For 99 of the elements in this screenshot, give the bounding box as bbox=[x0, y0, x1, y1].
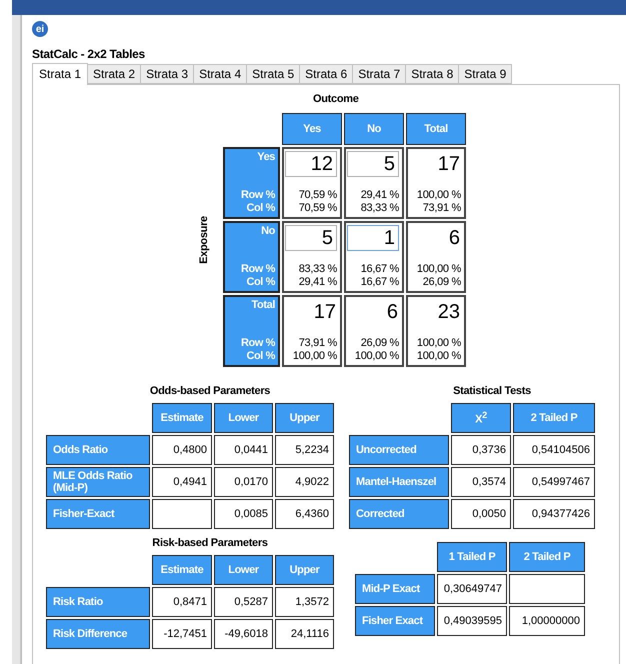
value-cell: -12,7451 bbox=[152, 619, 212, 649]
row-label: Corrected bbox=[349, 499, 449, 529]
count-input[interactable]: 1 bbox=[347, 225, 399, 251]
value-cell: 0,94377426 bbox=[513, 499, 595, 529]
row-percent: 16,67 % bbox=[360, 263, 399, 276]
section-title: Odds-based Parameters bbox=[150, 385, 270, 397]
value-cell: 0,54104506 bbox=[513, 435, 595, 465]
row-percent: 29,41 % bbox=[360, 189, 399, 202]
row-label: Fisher-Exact bbox=[46, 499, 150, 529]
value-cell: 1,3572 bbox=[275, 587, 334, 617]
tab[interactable]: Strata 8 bbox=[405, 64, 460, 84]
value-cell: 0,3736 bbox=[451, 435, 511, 465]
column-header: Estimate bbox=[152, 555, 212, 585]
empty-cell bbox=[152, 499, 212, 529]
row-label: Mantel-Haenszel bbox=[349, 467, 449, 497]
row-percent: 73,91 % bbox=[298, 337, 337, 350]
value-cell: 6,4360 bbox=[275, 499, 334, 529]
col-percent: 29,41 % bbox=[298, 276, 337, 289]
value-cell: 0,4941 bbox=[152, 467, 212, 497]
tab[interactable]: Strata 9 bbox=[458, 64, 512, 84]
col-percent: 100,00 % bbox=[292, 350, 337, 363]
column-header: X$^{2}$ bbox=[451, 403, 511, 433]
tab[interactable]: Strata 5 bbox=[246, 64, 300, 84]
count-total: 6 bbox=[386, 300, 399, 325]
count-total: 17 bbox=[314, 300, 337, 325]
row-percent: 100,00 % bbox=[416, 189, 461, 202]
count-input[interactable]: 12 bbox=[285, 151, 337, 177]
section-title: Statistical Tests bbox=[453, 385, 531, 397]
tab[interactable]: Strata 4 bbox=[193, 64, 248, 84]
exposure-label: Exposure bbox=[198, 216, 210, 264]
value-cell: 0,0441 bbox=[214, 435, 273, 465]
value-cell: 5,2234 bbox=[275, 435, 334, 465]
column-header: Estimate bbox=[152, 403, 212, 433]
value-cell: 0,3574 bbox=[451, 467, 511, 497]
column-header: 2 Tailed P bbox=[509, 542, 585, 572]
col-percent: 83,33 % bbox=[360, 202, 399, 215]
column-header: Lower bbox=[214, 555, 273, 585]
value-cell: 0,0050 bbox=[451, 499, 511, 529]
column-header: 1 Tailed P bbox=[437, 542, 507, 572]
row-percent: 100,00 % bbox=[416, 263, 461, 276]
value-cell: 0,0085 bbox=[214, 499, 273, 529]
value-cell: 0,4800 bbox=[152, 435, 212, 465]
value-cell: 0,54997467 bbox=[513, 467, 595, 497]
count-input[interactable]: 5 bbox=[347, 151, 399, 177]
row-label: No bbox=[261, 225, 275, 238]
row-label: Yes bbox=[257, 151, 275, 164]
col-percent-label: Col % bbox=[246, 276, 275, 289]
value-cell: 4,9022 bbox=[275, 467, 334, 497]
value-cell: 0,8471 bbox=[152, 587, 212, 617]
column-header: Yes bbox=[282, 113, 342, 145]
row-label: Risk Ratio bbox=[46, 587, 150, 617]
column-header: Upper bbox=[275, 555, 334, 585]
value-cell: -49,6018 bbox=[214, 619, 273, 649]
row-label: Total bbox=[252, 299, 275, 312]
count-input[interactable]: 5 bbox=[285, 225, 337, 251]
count-total: 23 bbox=[438, 300, 461, 325]
col-percent: 70,59 % bbox=[298, 202, 337, 215]
value-cell: 24,1116 bbox=[275, 619, 334, 649]
col-percent-label: Col % bbox=[246, 350, 275, 363]
tab[interactable]: Strata 6 bbox=[299, 64, 354, 84]
tab[interactable]: Strata 1 bbox=[32, 63, 88, 85]
column-header: Total bbox=[406, 113, 466, 145]
row-label: Fisher Exact bbox=[355, 606, 435, 636]
value-cell: 0,30649747 bbox=[437, 574, 507, 604]
row-label: Risk Difference bbox=[46, 619, 150, 649]
value-cell: 1,00000000 bbox=[509, 606, 585, 636]
row-percent-label: Row % bbox=[240, 189, 275, 202]
row-percent: 100,00 % bbox=[416, 337, 461, 350]
col-percent: 16,67 % bbox=[360, 276, 399, 289]
value-cell: 0,49039595 bbox=[437, 606, 507, 636]
row-percent: 83,33 % bbox=[298, 263, 337, 276]
window-title: StatCalc - 2x2 Tables bbox=[32, 47, 145, 61]
tab[interactable]: Strata 3 bbox=[140, 64, 194, 84]
tab[interactable]: Strata 2 bbox=[87, 64, 142, 84]
row-label: MLE Odds Ratio (Mid-P) bbox=[46, 467, 150, 497]
value-cell: 0,5287 bbox=[214, 587, 273, 617]
col-percent: 73,91 % bbox=[422, 202, 461, 215]
section-title: Risk-based Parameters bbox=[152, 537, 268, 549]
column-header: Upper bbox=[275, 403, 334, 433]
row-label: Mid-P Exact bbox=[355, 574, 435, 604]
col-percent: 100,00 % bbox=[416, 350, 461, 363]
row-percent: 26,09 % bbox=[360, 337, 399, 350]
column-header: No bbox=[344, 113, 404, 145]
value-cell: 0,0170 bbox=[214, 467, 273, 497]
column-header: Lower bbox=[214, 403, 273, 433]
column-header: 2 Tailed P bbox=[513, 403, 595, 433]
app-icon: ei bbox=[32, 21, 48, 37]
tab[interactable]: Strata 7 bbox=[352, 64, 406, 84]
outcome-label: Outcome bbox=[313, 93, 359, 105]
row-label: Uncorrected bbox=[349, 435, 449, 465]
row-label: Odds Ratio bbox=[46, 435, 150, 465]
col-percent-label: Col % bbox=[246, 202, 275, 215]
row-percent-label: Row % bbox=[240, 263, 275, 276]
row-percent-label: Row % bbox=[240, 337, 275, 350]
col-percent: 26,09 % bbox=[422, 276, 461, 289]
count-total: 17 bbox=[438, 152, 461, 177]
col-percent: 100,00 % bbox=[354, 350, 399, 363]
row-percent: 70,59 % bbox=[298, 189, 337, 202]
count-total: 6 bbox=[448, 226, 461, 251]
